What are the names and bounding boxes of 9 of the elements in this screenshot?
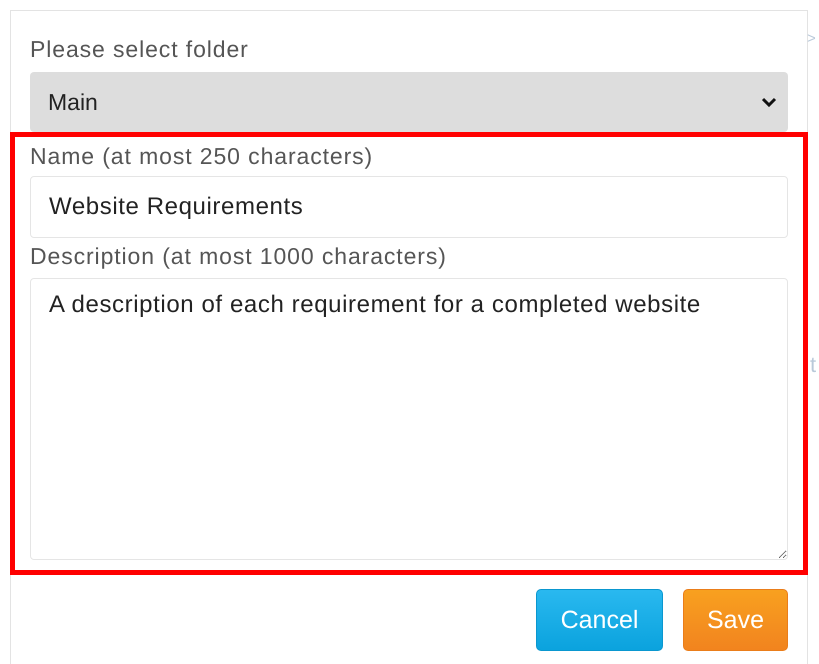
field-label: Name (at most 250 characters) [30,142,374,170]
name-field[interactable]: Website Requirements [30,176,788,238]
field-label: Description (at most 1000 characters) [30,242,448,270]
background-text: t [810,352,816,378]
folder-select[interactable]: Main [30,72,788,132]
chevron-down-icon [761,96,777,108]
description-field[interactable]: A description of each requirement for a completed website [30,278,788,560]
field-label: Please select folder [30,35,250,63]
background-text: > [807,30,816,47]
